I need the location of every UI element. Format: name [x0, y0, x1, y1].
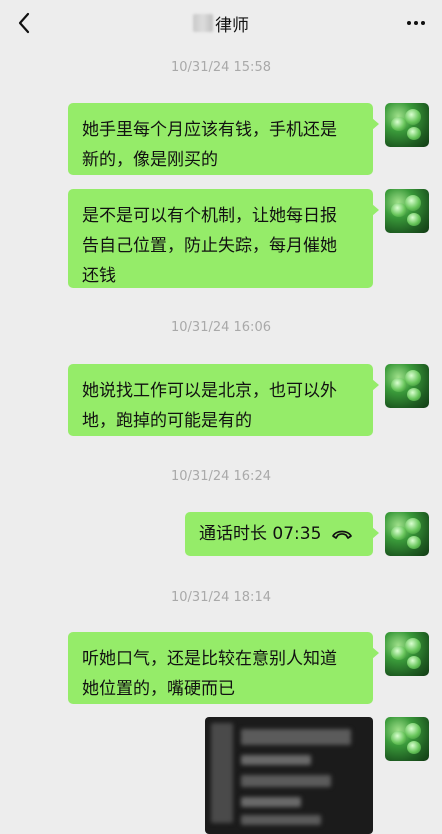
- redacted-name-blur: [193, 14, 213, 32]
- message-bubble[interactable]: 听她口气，还是比较在意别人知道 她位置的，嘴硬而已: [68, 632, 379, 704]
- image-message[interactable]: [205, 717, 373, 834]
- message-bubble[interactable]: 是不是可以有个机制，让她每日报 告自己位置，防止失踪，每月催她 还钱: [68, 189, 379, 288]
- message-bubble[interactable]: 她说找工作可以是北京，也可以外 地，跑掉的可能是有的: [68, 364, 379, 436]
- chat-title-text: 律师: [215, 15, 249, 36]
- more-dots-icon: [407, 21, 411, 25]
- more-button[interactable]: [404, 12, 428, 34]
- avatar[interactable]: [385, 512, 429, 556]
- avatar[interactable]: [385, 717, 429, 761]
- chat-header: 律师: [0, 0, 442, 46]
- call-duration-bubble[interactable]: 通话时长 07:35: [185, 512, 379, 556]
- timestamp: 10/31/24 18:14: [171, 590, 271, 605]
- phone-hangup-icon: [332, 530, 353, 539]
- avatar[interactable]: [385, 632, 429, 676]
- call-duration-label: 通话时长 07:35: [199, 524, 322, 544]
- chat-title: 律师: [0, 0, 442, 46]
- timestamp: 10/31/24 15:58: [171, 60, 271, 75]
- avatar[interactable]: [385, 364, 429, 408]
- timestamp: 10/31/24 16:06: [171, 320, 271, 335]
- avatar[interactable]: [385, 103, 429, 147]
- message-bubble[interactable]: 她手里每个月应该有钱，手机还是 新的，像是刚买的: [68, 103, 379, 175]
- timestamp: 10/31/24 16:24: [171, 469, 271, 484]
- avatar[interactable]: [385, 189, 429, 233]
